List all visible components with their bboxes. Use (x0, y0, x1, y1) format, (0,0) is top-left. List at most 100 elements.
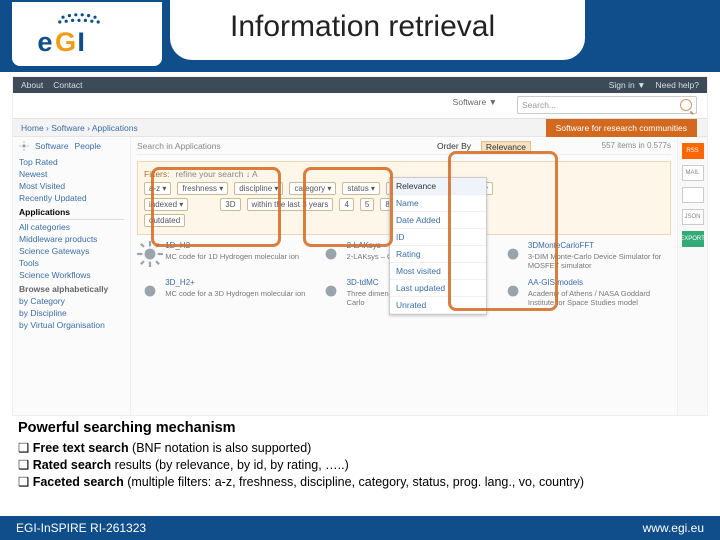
screenshot-panel: About Contact Sign in ▼ Need help? Softw… (12, 76, 708, 416)
breadcrumb-text[interactable]: Home › Software › Applications (21, 123, 138, 133)
result-card[interactable]: 3D_H2+ MC code for a 3D Hydrogen molecula… (137, 278, 308, 307)
export-icon[interactable]: EXPORT (682, 231, 704, 247)
result-card[interactable]: 1D_H2 MC code for 1D Hydrogen molecular i… (137, 241, 308, 270)
card-title: 3DMonteCarloFFT (528, 241, 594, 250)
ribbon: Software for research communities (546, 119, 697, 137)
filter-category[interactable]: category ▾ (289, 182, 336, 195)
gear-icon (318, 278, 344, 304)
filter-freshness[interactable]: freshness ▾ (177, 182, 228, 195)
link-toprated[interactable]: Top Rated (19, 157, 124, 167)
slide-footer: EGI-InSPIRE RI-261323 www.egi.eu (0, 516, 720, 540)
card-title: 3D-tdMC (347, 278, 379, 287)
order-relevance[interactable]: Relevance (390, 178, 486, 195)
section-applications[interactable]: Applications (19, 207, 124, 220)
filter-discipline[interactable]: discipline ▾ (234, 182, 283, 195)
nav-about[interactable]: About (21, 80, 43, 90)
egi-logo: e G I (12, 2, 162, 66)
search-in-apps[interactable]: Search in Applications (137, 141, 221, 151)
software-dropdown[interactable]: Software ▼ (453, 97, 497, 107)
card-title: 3D_H2+ (165, 278, 195, 287)
rss-icon[interactable]: RSS (682, 143, 704, 159)
right-iconbar: RSS MAIL JSON EXPORT (677, 137, 707, 415)
title-tab: Information retrieval (170, 0, 585, 60)
nav-help[interactable]: Need help? (656, 80, 699, 90)
card-title: 1D_H2 (165, 241, 190, 250)
link-byvo[interactable]: by Virtual Organisation (19, 320, 124, 330)
result-card[interactable]: 3DMonteCarloFFT 3-DIM Monte-Carlo Device … (500, 241, 671, 270)
link-sciencegw[interactable]: Science Gateways (19, 246, 124, 256)
main-column: Search in Applications Order By Relevanc… (131, 137, 677, 415)
result-card[interactable]: AA-GIS models Academy of Athens / NASA Go… (500, 278, 671, 307)
slide-text: Powerful searching mechanism Free text s… (18, 420, 702, 491)
chip-3yr[interactable]: within the last 3 years (247, 198, 334, 211)
breadcrumb: Home › Software › Applications Software … (13, 119, 707, 137)
gear-icon (500, 278, 526, 304)
link-middleware[interactable]: Middleware products (19, 234, 124, 244)
order-unrated[interactable]: Unrated (390, 297, 486, 314)
link-allcat[interactable]: All categories (19, 222, 124, 232)
page-title: Information retrieval (230, 10, 495, 44)
order-visited[interactable]: Most visited (390, 263, 486, 280)
shot-subbar: Software ▼ Search... (13, 93, 707, 119)
link-mostvisited[interactable]: Most Visited (19, 181, 124, 191)
search-input[interactable]: Search... (517, 96, 697, 114)
chip-3d[interactable]: 3D (220, 198, 240, 211)
shot-topbar: About Contact Sign in ▼ Need help? (13, 77, 707, 93)
summary-heading: Powerful searching mechanism (18, 420, 702, 436)
orderby-menu: Relevance Name Date Added ID Rating Most… (389, 177, 487, 315)
orderby-label: Order By (437, 141, 471, 151)
card-desc: MC code for 1D Hydrogen molecular ion (165, 252, 306, 261)
nav-contact[interactable]: Contact (53, 80, 82, 90)
search-icon[interactable] (680, 99, 692, 111)
link-recent[interactable]: Recently Updated (19, 193, 124, 203)
blank-icon[interactable] (682, 187, 704, 203)
gear-icon (19, 141, 29, 151)
card-desc: 3-DIM Monte-Carlo Device Simulator for M… (528, 252, 669, 270)
section-browse: Browse alphabetically (19, 284, 124, 294)
chip-indexed[interactable]: indexed ▾ (144, 198, 188, 211)
slide-header: e G I Information retrieval (0, 0, 720, 72)
link-bycat[interactable]: by Category (19, 296, 124, 306)
footer-left: EGI-InSPIRE RI-261323 (16, 521, 146, 535)
gear-icon (137, 241, 163, 267)
json-icon[interactable]: JSON (682, 209, 704, 225)
link-tools[interactable]: Tools (19, 258, 124, 268)
search-placeholder: Search... (522, 100, 556, 110)
card-desc: MC code for a 3D Hydrogen molecular ion (165, 289, 306, 298)
order-date[interactable]: Date Added (390, 212, 486, 229)
order-id[interactable]: ID (390, 229, 486, 246)
left-sidebar: Software People Top Rated Newest Most Vi… (13, 137, 131, 415)
link-workflows[interactable]: Science Workflows (19, 270, 124, 280)
order-name[interactable]: Name (390, 195, 486, 212)
gear-icon (318, 241, 344, 267)
result-count: 557 items in 0.577s (602, 141, 671, 150)
card-title: AA-GIS models (528, 278, 583, 287)
gear-icon (500, 241, 526, 267)
gear-icon (137, 278, 163, 304)
svg-text:G: G (55, 26, 76, 57)
card-desc: Academy of Athens / NASA Goddard Institu… (528, 289, 669, 307)
link-bydisc[interactable]: by Discipline (19, 308, 124, 318)
filters-title: Filters: (144, 169, 170, 179)
chip-4[interactable]: 4 (339, 198, 353, 211)
svg-text:I: I (77, 26, 85, 57)
tab-software[interactable]: Software (35, 141, 69, 151)
order-rating[interactable]: Rating (390, 246, 486, 263)
orderby-value[interactable]: Relevance (481, 141, 531, 153)
chip-outdated[interactable]: outdated (144, 214, 185, 227)
bullet-faceted: Faceted search (multiple filters: a-z, f… (18, 474, 702, 491)
bullet-rated: Rated search results (by relevance, by i… (18, 457, 702, 474)
bullet-freetext: Free text search (BNF notation is also s… (18, 440, 702, 457)
tab-people[interactable]: People (75, 141, 101, 151)
svg-text:e: e (37, 26, 52, 57)
mail-icon[interactable]: MAIL (682, 165, 704, 181)
filter-status[interactable]: status ▾ (342, 182, 380, 195)
filters-refine[interactable]: refine your search ↓ A (176, 169, 258, 179)
footer-right: www.egi.eu (643, 521, 704, 535)
order-updated[interactable]: Last updated (390, 280, 486, 297)
filter-az[interactable]: a-z ▾ (144, 182, 171, 195)
link-newest[interactable]: Newest (19, 169, 124, 179)
nav-signin[interactable]: Sign in ▼ (609, 80, 646, 90)
chip-5[interactable]: 5 (360, 198, 374, 211)
card-title: 2-LAKsys (347, 241, 381, 250)
